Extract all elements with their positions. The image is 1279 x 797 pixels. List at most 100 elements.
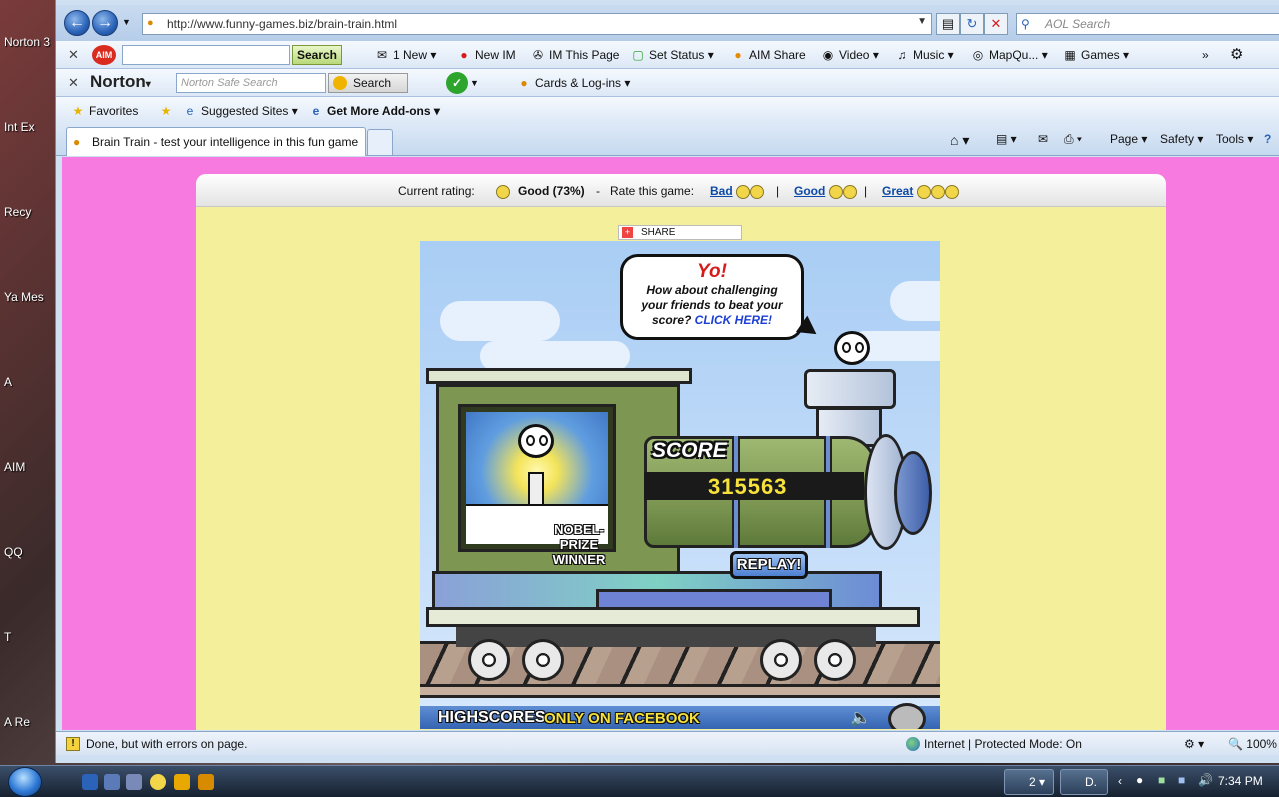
share-label: SHARE <box>641 227 676 238</box>
desktop-icon-label[interactable]: Norton 3 <box>4 35 54 49</box>
more-chevron-icon[interactable]: » <box>1202 46 1209 64</box>
games-icon: ▦ <box>1064 48 1076 62</box>
challenge-link[interactable]: CLICK HERE! <box>695 313 772 327</box>
share-button[interactable]: + SHARE <box>618 225 742 240</box>
norton-search-input[interactable]: Norton Safe Search <box>176 73 326 93</box>
zoom-level[interactable]: 🔍 100% <box>1228 737 1277 751</box>
tray-expand-icon[interactable]: ‹ <box>1118 774 1122 788</box>
media-player-icon[interactable] <box>174 774 190 790</box>
cloud <box>440 301 560 341</box>
desktop-icon-label[interactable]: QQ <box>4 545 54 559</box>
feeds-icon[interactable]: ▤ ▾ <box>996 132 1017 146</box>
read-mail-icon[interactable]: ✉ <box>1038 132 1048 146</box>
aim-search-input[interactable] <box>122 45 290 65</box>
games-button[interactable]: ▦ Games ▾ <box>1062 46 1129 64</box>
mapquest-button[interactable]: ◎ MapQu... ▾ <box>970 46 1048 64</box>
sound-knob[interactable] <box>888 703 926 729</box>
aim-logo[interactable]: AIM <box>92 45 116 65</box>
back-button[interactable]: ← <box>64 10 90 36</box>
refresh-icon[interactable]: ↻ <box>960 13 984 35</box>
aol-search-input[interactable]: ⚲ AOL Search <box>1016 13 1279 35</box>
aim-quicklaunch-icon[interactable] <box>198 774 214 790</box>
ie-quicklaunch-icon[interactable] <box>82 774 98 790</box>
im-page-icon: ✇ <box>532 48 544 62</box>
page-menu[interactable]: Page ▾ <box>1110 132 1147 146</box>
address-bar[interactable]: ● http://www.funny-games.biz/brain-train… <box>142 13 932 35</box>
protected-mode-icon[interactable]: ⚙ ▾ <box>1184 737 1204 751</box>
favorites-button[interactable]: ★ Favorites <box>70 102 139 120</box>
rating-smiley-icon <box>496 184 510 199</box>
status-icon: ▢ <box>632 48 644 62</box>
nobel-prize-picture: NOBEL-PRIZE WINNER <box>458 404 616 567</box>
ie-taskbar-group[interactable]: 2 ▾ <box>1004 769 1054 795</box>
close-toolbar-icon[interactable]: ✕ <box>68 47 79 63</box>
forward-button[interactable]: → <box>92 10 118 36</box>
tray-icon[interactable]: ■ <box>1158 773 1165 787</box>
norton-logo[interactable]: Norton▾ <box>90 72 151 92</box>
page-content: Current rating: Good (73%) - Rate this g… <box>62 157 1279 730</box>
messenger-icon[interactable] <box>150 774 166 790</box>
new-tab-button[interactable] <box>367 129 393 155</box>
cloud <box>890 281 940 321</box>
game-canvas[interactable]: Yo! How about challenging your friends t… <box>420 241 940 729</box>
im-this-page-button[interactable]: ✇ IM This Page <box>530 46 620 64</box>
print-icon[interactable]: ⎙ ▾ <box>1064 132 1082 147</box>
desktop-icon-label[interactable]: A Re <box>4 715 54 729</box>
tab-brain-train[interactable]: ● Brain Train - test your intelligence i… <box>66 127 366 156</box>
warning-icon[interactable]: ! <box>66 737 80 751</box>
music-button[interactable]: ♫ Music ▾ <box>894 46 954 64</box>
get-addons-button[interactable]: e Get More Add-ons ▾ <box>308 102 440 120</box>
facebook-label[interactable]: ONLY ON FACEBOOK <box>544 710 700 727</box>
help-icon[interactable]: ? <box>1264 132 1271 146</box>
show-desktop-icon[interactable] <box>104 774 120 790</box>
switch-windows-icon[interactable] <box>126 774 142 790</box>
desktop-icon-label[interactable]: T <box>4 630 54 644</box>
map-icon: ◎ <box>972 48 984 62</box>
tools-menu[interactable]: Tools ▾ <box>1216 132 1253 146</box>
history-dropdown-icon[interactable]: ▼ <box>122 17 131 27</box>
cards-logins-button[interactable]: ● Cards & Log-ins ▾ <box>516 74 630 92</box>
sound-icon[interactable]: 🔈 <box>850 708 871 728</box>
suggested-sites-button[interactable]: e Suggested Sites ▾ <box>182 102 298 120</box>
rate-great-link[interactable]: Great <box>882 184 959 199</box>
desktop-icon-label[interactable]: A <box>4 375 54 389</box>
music-icon: ♫ <box>897 48 907 62</box>
aim-mail-button[interactable]: ✉ 1 New ▾ <box>374 46 436 64</box>
stop-icon[interactable]: ✕ <box>984 13 1008 35</box>
desktop-icon-label[interactable]: Recy <box>4 205 54 219</box>
highscores-label[interactable]: HIGHSCORES <box>438 709 546 727</box>
compatibility-view-icon[interactable]: ▤ <box>936 13 960 35</box>
clock[interactable]: 7:34 PM <box>1218 774 1263 788</box>
desktop-icon-label[interactable]: Int Ex <box>4 120 54 134</box>
current-rating-label: Current rating: <box>398 184 475 198</box>
great-smiley-icon <box>916 184 931 199</box>
volume-icon[interactable]: 🔊 <box>1198 773 1213 787</box>
mail-icon: ✉ <box>376 48 388 62</box>
rate-good-link[interactable]: Good <box>794 184 857 199</box>
settings-gear-icon[interactable]: ⚙ <box>1230 46 1243 64</box>
aim-share-button[interactable]: ● AIM Share <box>730 46 805 64</box>
norton-search-button[interactable]: Search <box>328 73 408 93</box>
add-favorite-icon[interactable]: ★ <box>158 102 177 120</box>
home-icon[interactable]: ⌂ ▾ <box>950 132 969 149</box>
start-button[interactable] <box>8 767 42 797</box>
address-dropdown-icon[interactable]: ▼ <box>917 16 927 27</box>
desktop-icon-label[interactable]: Ya Mes <box>4 290 54 304</box>
bubble-text: How about challenging your friends to be… <box>641 283 783 327</box>
replay-button[interactable]: REPLAY! <box>730 551 808 579</box>
desktop-icon-label[interactable]: AIM <box>4 460 54 474</box>
check-dropdown-icon[interactable]: ▼ <box>470 74 479 92</box>
close-toolbar-icon[interactable]: ✕ <box>68 75 79 91</box>
new-im-button[interactable]: ● New IM <box>456 46 515 64</box>
safe-check-icon[interactable]: ✓ <box>446 72 468 94</box>
aim-tray-icon[interactable]: ● <box>1136 773 1143 787</box>
aim-search-button[interactable]: Search <box>292 45 342 65</box>
safety-menu[interactable]: Safety ▾ <box>1160 132 1203 146</box>
set-status-button[interactable]: ▢ Set Status ▾ <box>630 46 713 64</box>
video-button[interactable]: ◉ Video ▾ <box>820 46 879 64</box>
network-icon[interactable]: ■ <box>1178 773 1185 787</box>
security-zone[interactable]: Internet | Protected Mode: On <box>924 737 1082 751</box>
document-taskbar-button[interactable]: D. <box>1060 769 1108 795</box>
rate-bad-link[interactable]: Bad <box>710 184 765 199</box>
share-plus-icon: + <box>622 227 633 238</box>
